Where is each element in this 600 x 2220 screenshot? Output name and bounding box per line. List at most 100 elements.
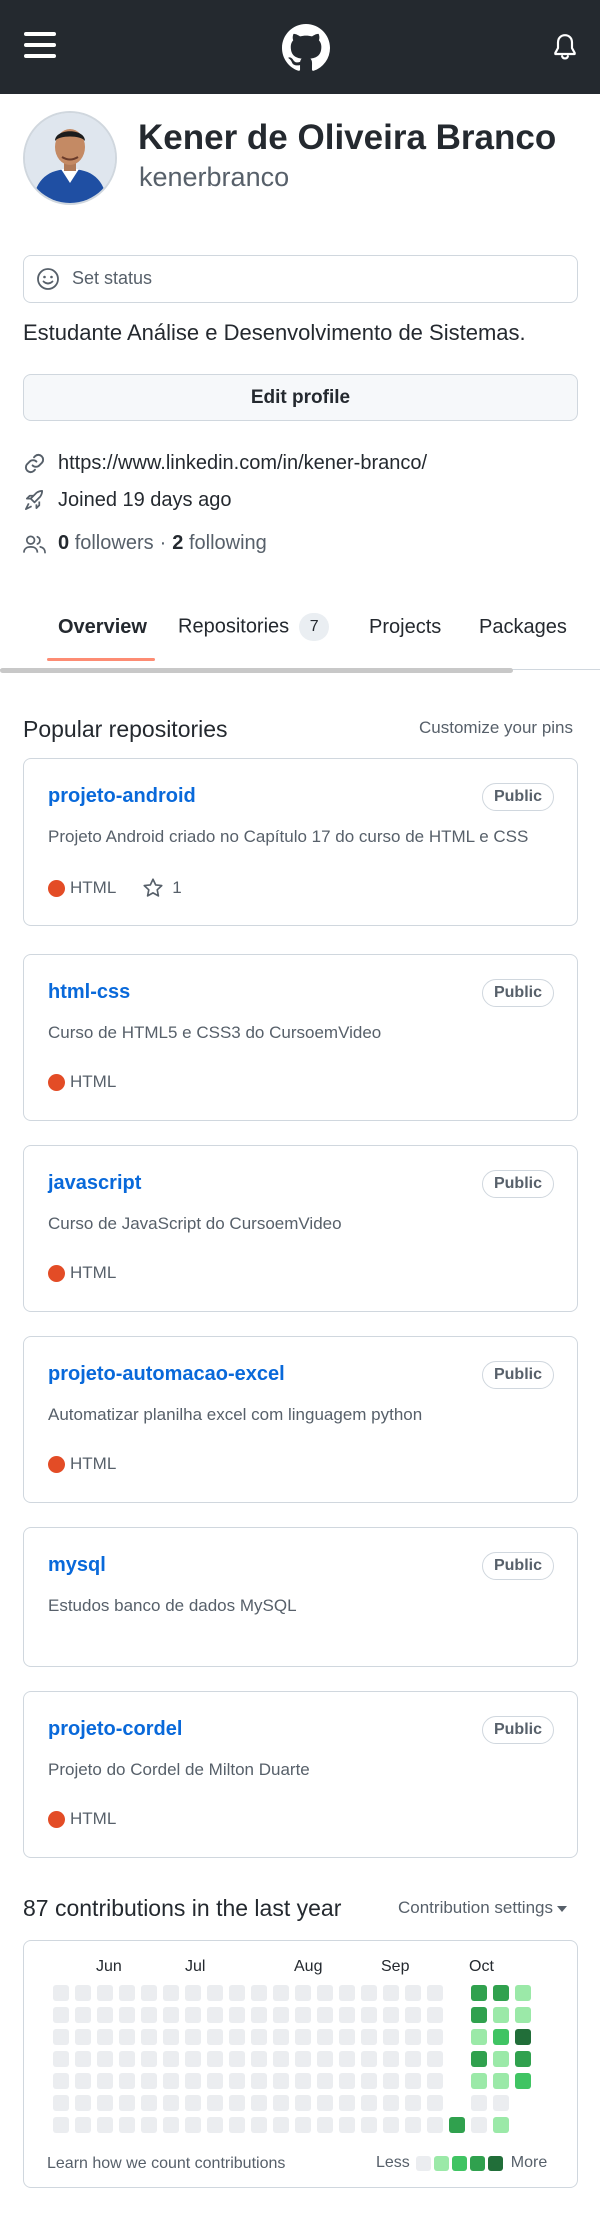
contribution-day[interactable]: [383, 1985, 399, 2001]
contribution-day[interactable]: [383, 2051, 399, 2067]
contribution-day[interactable]: [339, 2029, 355, 2045]
contribution-day[interactable]: [339, 2051, 355, 2067]
contribution-day[interactable]: [515, 1985, 531, 2001]
contribution-day[interactable]: [295, 2117, 311, 2133]
avatar[interactable]: [23, 111, 117, 205]
contribution-day[interactable]: [207, 2095, 223, 2111]
customize-pins-link[interactable]: Customize your pins: [419, 718, 573, 738]
contribution-day[interactable]: [427, 2073, 443, 2089]
followers-link[interactable]: 0 followers: [58, 532, 154, 555]
contribution-day[interactable]: [493, 2051, 509, 2067]
website-link[interactable]: https://www.linkedin.com/in/kener-branco…: [58, 452, 427, 475]
contribution-day[interactable]: [273, 2073, 289, 2089]
contribution-day[interactable]: [427, 2007, 443, 2023]
contribution-day[interactable]: [141, 2117, 157, 2133]
contribution-day[interactable]: [493, 2117, 509, 2133]
contribution-day[interactable]: [53, 2095, 69, 2111]
contribution-day[interactable]: [361, 2007, 377, 2023]
contribution-day[interactable]: [185, 2073, 201, 2089]
contribution-day[interactable]: [53, 2007, 69, 2023]
contribution-settings-dropdown[interactable]: Contribution settings: [398, 1898, 567, 1918]
contribution-day[interactable]: [383, 2095, 399, 2111]
contribution-day[interactable]: [141, 1985, 157, 2001]
contribution-day[interactable]: [119, 2117, 135, 2133]
contribution-day[interactable]: [251, 2095, 267, 2111]
contribution-day[interactable]: [119, 2051, 135, 2067]
contribution-day[interactable]: [185, 2007, 201, 2023]
contribution-day[interactable]: [97, 2117, 113, 2133]
contribution-day[interactable]: [273, 2029, 289, 2045]
contribution-day[interactable]: [361, 1985, 377, 2001]
tab-repositories[interactable]: Repositories 7: [178, 613, 330, 641]
hamburger-icon[interactable]: [24, 32, 56, 58]
contribution-day[interactable]: [471, 2117, 487, 2133]
contribution-day[interactable]: [317, 2007, 333, 2023]
contribution-day[interactable]: [75, 2029, 91, 2045]
contribution-day[interactable]: [53, 2051, 69, 2067]
contribution-day[interactable]: [405, 1985, 421, 2001]
contribution-day[interactable]: [163, 2073, 179, 2089]
contribution-day[interactable]: [339, 2007, 355, 2023]
contribution-day[interactable]: [405, 2117, 421, 2133]
contribution-day[interactable]: [207, 1985, 223, 2001]
contribution-day[interactable]: [273, 2007, 289, 2023]
contribution-day[interactable]: [163, 1985, 179, 2001]
contribution-day[interactable]: [251, 2007, 267, 2023]
contribution-day[interactable]: [75, 2007, 91, 2023]
contribution-day[interactable]: [229, 2117, 245, 2133]
contribution-day[interactable]: [515, 2007, 531, 2023]
contribution-day[interactable]: [141, 2073, 157, 2089]
contribution-day[interactable]: [295, 2007, 311, 2023]
contribution-day[interactable]: [97, 2029, 113, 2045]
contribution-day[interactable]: [273, 2095, 289, 2111]
contribution-day[interactable]: [207, 2007, 223, 2023]
contribution-day[interactable]: [207, 2073, 223, 2089]
contribution-day[interactable]: [317, 2117, 333, 2133]
contribution-day[interactable]: [75, 2117, 91, 2133]
contribution-day[interactable]: [207, 2117, 223, 2133]
tabs-scrollbar[interactable]: [0, 668, 513, 673]
contribution-day[interactable]: [405, 2051, 421, 2067]
contribution-day[interactable]: [185, 2095, 201, 2111]
contribution-day[interactable]: [493, 2029, 509, 2045]
contribution-day[interactable]: [427, 2117, 443, 2133]
contribution-day[interactable]: [97, 2073, 113, 2089]
repo-name-link[interactable]: mysql: [48, 1554, 106, 1577]
contribution-day[interactable]: [119, 2007, 135, 2023]
set-status-button[interactable]: Set status: [23, 255, 578, 303]
contribution-day[interactable]: [229, 2073, 245, 2089]
contribution-day[interactable]: [295, 1985, 311, 2001]
contribution-day[interactable]: [273, 2051, 289, 2067]
contribution-day[interactable]: [405, 2073, 421, 2089]
contribution-day[interactable]: [427, 2095, 443, 2111]
contribution-day[interactable]: [53, 1985, 69, 2001]
contribution-day[interactable]: [339, 2117, 355, 2133]
repo-name-link[interactable]: projeto-automacao-excel: [48, 1363, 285, 1386]
contribution-day[interactable]: [427, 2029, 443, 2045]
contribution-day[interactable]: [339, 1985, 355, 2001]
contribution-day[interactable]: [383, 2007, 399, 2023]
contribution-day[interactable]: [229, 2095, 245, 2111]
contribution-day[interactable]: [273, 1985, 289, 2001]
contribution-day[interactable]: [53, 2117, 69, 2133]
contribution-day[interactable]: [317, 2073, 333, 2089]
contribution-day[interactable]: [185, 1985, 201, 2001]
contribution-day[interactable]: [185, 2051, 201, 2067]
contribution-day[interactable]: [449, 2117, 465, 2133]
contribution-day[interactable]: [317, 2095, 333, 2111]
contribution-day[interactable]: [405, 2029, 421, 2045]
contribution-day[interactable]: [405, 2095, 421, 2111]
contribution-day[interactable]: [515, 2073, 531, 2089]
contribution-day[interactable]: [229, 2007, 245, 2023]
contribution-day[interactable]: [493, 2073, 509, 2089]
contribution-day[interactable]: [119, 2095, 135, 2111]
contribution-day[interactable]: [515, 2051, 531, 2067]
learn-contributions-link[interactable]: Learn how we count contributions: [47, 2155, 285, 2173]
contribution-day[interactable]: [493, 1985, 509, 2001]
contribution-day[interactable]: [75, 2073, 91, 2089]
contribution-day[interactable]: [493, 2007, 509, 2023]
contribution-day[interactable]: [229, 2051, 245, 2067]
contribution-day[interactable]: [493, 2095, 509, 2111]
contribution-day[interactable]: [471, 1985, 487, 2001]
contribution-day[interactable]: [383, 2117, 399, 2133]
